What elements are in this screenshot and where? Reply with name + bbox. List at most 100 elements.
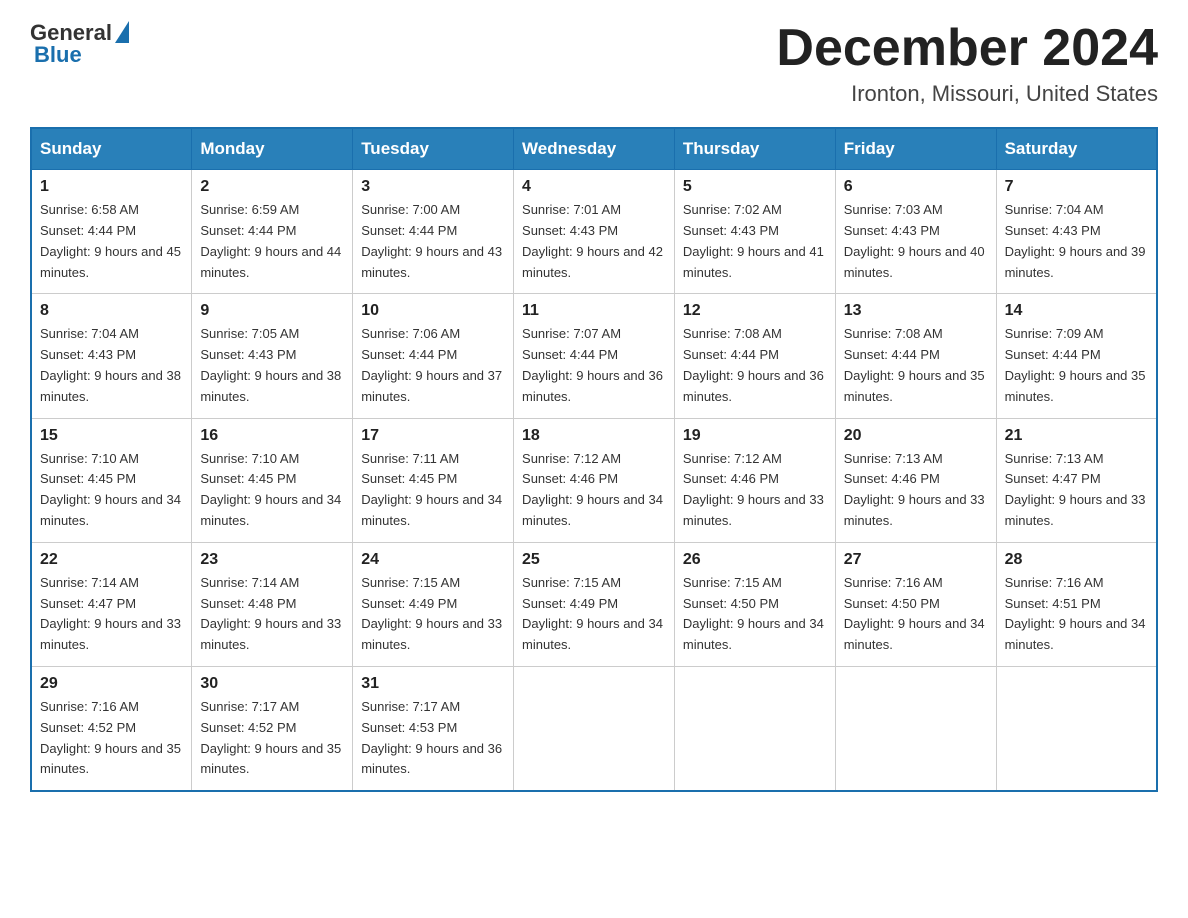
day-number: 19 — [683, 427, 827, 445]
day-number: 31 — [361, 675, 505, 693]
day-info: Sunrise: 7:04 AMSunset: 4:43 PMDaylight:… — [1005, 202, 1146, 279]
day-info: Sunrise: 7:11 AMSunset: 4:45 PMDaylight:… — [361, 451, 502, 528]
calendar-cell: 2 Sunrise: 6:59 AMSunset: 4:44 PMDayligh… — [192, 170, 353, 294]
day-number: 30 — [200, 675, 344, 693]
day-info: Sunrise: 7:08 AMSunset: 4:44 PMDaylight:… — [683, 326, 824, 403]
day-number: 26 — [683, 551, 827, 569]
calendar-cell: 11 Sunrise: 7:07 AMSunset: 4:44 PMDaylig… — [514, 294, 675, 418]
calendar-cell: 22 Sunrise: 7:14 AMSunset: 4:47 PMDaylig… — [31, 542, 192, 666]
calendar-cell: 20 Sunrise: 7:13 AMSunset: 4:46 PMDaylig… — [835, 418, 996, 542]
day-number: 16 — [200, 427, 344, 445]
calendar-cell: 21 Sunrise: 7:13 AMSunset: 4:47 PMDaylig… — [996, 418, 1157, 542]
calendar-cell: 25 Sunrise: 7:15 AMSunset: 4:49 PMDaylig… — [514, 542, 675, 666]
day-info: Sunrise: 7:17 AMSunset: 4:53 PMDaylight:… — [361, 699, 502, 776]
day-info: Sunrise: 7:04 AMSunset: 4:43 PMDaylight:… — [40, 326, 181, 403]
calendar-cell: 7 Sunrise: 7:04 AMSunset: 4:43 PMDayligh… — [996, 170, 1157, 294]
day-number: 24 — [361, 551, 505, 569]
calendar-cell: 19 Sunrise: 7:12 AMSunset: 4:46 PMDaylig… — [674, 418, 835, 542]
calendar-week-2: 8 Sunrise: 7:04 AMSunset: 4:43 PMDayligh… — [31, 294, 1157, 418]
day-number: 7 — [1005, 178, 1148, 196]
calendar-cell: 26 Sunrise: 7:15 AMSunset: 4:50 PMDaylig… — [674, 542, 835, 666]
calendar-cell: 23 Sunrise: 7:14 AMSunset: 4:48 PMDaylig… — [192, 542, 353, 666]
day-info: Sunrise: 7:12 AMSunset: 4:46 PMDaylight:… — [522, 451, 663, 528]
weekday-header-thursday: Thursday — [674, 128, 835, 170]
day-info: Sunrise: 7:05 AMSunset: 4:43 PMDaylight:… — [200, 326, 341, 403]
calendar-week-5: 29 Sunrise: 7:16 AMSunset: 4:52 PMDaylig… — [31, 666, 1157, 791]
calendar-cell: 5 Sunrise: 7:02 AMSunset: 4:43 PMDayligh… — [674, 170, 835, 294]
calendar-cell: 17 Sunrise: 7:11 AMSunset: 4:45 PMDaylig… — [353, 418, 514, 542]
logo: General Blue — [30, 20, 129, 68]
day-number: 13 — [844, 302, 988, 320]
day-number: 10 — [361, 302, 505, 320]
day-info: Sunrise: 7:15 AMSunset: 4:49 PMDaylight:… — [522, 575, 663, 652]
calendar-cell: 1 Sunrise: 6:58 AMSunset: 4:44 PMDayligh… — [31, 170, 192, 294]
calendar-cell: 4 Sunrise: 7:01 AMSunset: 4:43 PMDayligh… — [514, 170, 675, 294]
day-info: Sunrise: 7:06 AMSunset: 4:44 PMDaylight:… — [361, 326, 502, 403]
weekday-header-row: SundayMondayTuesdayWednesdayThursdayFrid… — [31, 128, 1157, 170]
calendar-week-1: 1 Sunrise: 6:58 AMSunset: 4:44 PMDayligh… — [31, 170, 1157, 294]
day-info: Sunrise: 7:16 AMSunset: 4:52 PMDaylight:… — [40, 699, 181, 776]
page-header: General Blue December 2024 Ironton, Miss… — [30, 20, 1158, 107]
day-number: 9 — [200, 302, 344, 320]
day-info: Sunrise: 7:15 AMSunset: 4:50 PMDaylight:… — [683, 575, 824, 652]
calendar-cell: 10 Sunrise: 7:06 AMSunset: 4:44 PMDaylig… — [353, 294, 514, 418]
day-info: Sunrise: 7:14 AMSunset: 4:47 PMDaylight:… — [40, 575, 181, 652]
day-number: 3 — [361, 178, 505, 196]
day-info: Sunrise: 7:17 AMSunset: 4:52 PMDaylight:… — [200, 699, 341, 776]
day-number: 27 — [844, 551, 988, 569]
day-number: 14 — [1005, 302, 1148, 320]
day-info: Sunrise: 7:16 AMSunset: 4:51 PMDaylight:… — [1005, 575, 1146, 652]
title-section: December 2024 Ironton, Missouri, United … — [776, 20, 1158, 107]
day-info: Sunrise: 7:14 AMSunset: 4:48 PMDaylight:… — [200, 575, 341, 652]
day-info: Sunrise: 7:10 AMSunset: 4:45 PMDaylight:… — [200, 451, 341, 528]
day-info: Sunrise: 7:13 AMSunset: 4:47 PMDaylight:… — [1005, 451, 1146, 528]
day-info: Sunrise: 7:15 AMSunset: 4:49 PMDaylight:… — [361, 575, 502, 652]
day-info: Sunrise: 7:13 AMSunset: 4:46 PMDaylight:… — [844, 451, 985, 528]
weekday-header-monday: Monday — [192, 128, 353, 170]
day-info: Sunrise: 7:09 AMSunset: 4:44 PMDaylight:… — [1005, 326, 1146, 403]
day-number: 11 — [522, 302, 666, 320]
day-info: Sunrise: 7:03 AMSunset: 4:43 PMDaylight:… — [844, 202, 985, 279]
calendar-cell — [996, 666, 1157, 791]
weekday-header-friday: Friday — [835, 128, 996, 170]
calendar-cell: 18 Sunrise: 7:12 AMSunset: 4:46 PMDaylig… — [514, 418, 675, 542]
calendar-cell: 9 Sunrise: 7:05 AMSunset: 4:43 PMDayligh… — [192, 294, 353, 418]
calendar-cell: 14 Sunrise: 7:09 AMSunset: 4:44 PMDaylig… — [996, 294, 1157, 418]
day-info: Sunrise: 7:10 AMSunset: 4:45 PMDaylight:… — [40, 451, 181, 528]
day-number: 1 — [40, 178, 183, 196]
day-number: 21 — [1005, 427, 1148, 445]
day-info: Sunrise: 7:07 AMSunset: 4:44 PMDaylight:… — [522, 326, 663, 403]
month-year-title: December 2024 — [776, 20, 1158, 77]
weekday-header-saturday: Saturday — [996, 128, 1157, 170]
calendar-cell: 12 Sunrise: 7:08 AMSunset: 4:44 PMDaylig… — [674, 294, 835, 418]
calendar-cell — [674, 666, 835, 791]
day-number: 15 — [40, 427, 183, 445]
calendar-cell: 31 Sunrise: 7:17 AMSunset: 4:53 PMDaylig… — [353, 666, 514, 791]
logo-triangle-icon — [115, 21, 129, 43]
day-info: Sunrise: 7:00 AMSunset: 4:44 PMDaylight:… — [361, 202, 502, 279]
day-number: 28 — [1005, 551, 1148, 569]
weekday-header-wednesday: Wednesday — [514, 128, 675, 170]
day-number: 12 — [683, 302, 827, 320]
logo-blue-text: Blue — [34, 42, 82, 68]
day-info: Sunrise: 7:12 AMSunset: 4:46 PMDaylight:… — [683, 451, 824, 528]
calendar-cell: 28 Sunrise: 7:16 AMSunset: 4:51 PMDaylig… — [996, 542, 1157, 666]
calendar-cell: 8 Sunrise: 7:04 AMSunset: 4:43 PMDayligh… — [31, 294, 192, 418]
calendar-cell — [514, 666, 675, 791]
day-number: 2 — [200, 178, 344, 196]
day-number: 17 — [361, 427, 505, 445]
day-info: Sunrise: 7:16 AMSunset: 4:50 PMDaylight:… — [844, 575, 985, 652]
day-number: 25 — [522, 551, 666, 569]
calendar-cell: 16 Sunrise: 7:10 AMSunset: 4:45 PMDaylig… — [192, 418, 353, 542]
calendar-week-4: 22 Sunrise: 7:14 AMSunset: 4:47 PMDaylig… — [31, 542, 1157, 666]
day-info: Sunrise: 7:08 AMSunset: 4:44 PMDaylight:… — [844, 326, 985, 403]
day-number: 4 — [522, 178, 666, 196]
calendar-cell: 15 Sunrise: 7:10 AMSunset: 4:45 PMDaylig… — [31, 418, 192, 542]
day-info: Sunrise: 6:59 AMSunset: 4:44 PMDaylight:… — [200, 202, 341, 279]
day-number: 6 — [844, 178, 988, 196]
calendar-week-3: 15 Sunrise: 7:10 AMSunset: 4:45 PMDaylig… — [31, 418, 1157, 542]
calendar-cell: 3 Sunrise: 7:00 AMSunset: 4:44 PMDayligh… — [353, 170, 514, 294]
weekday-header-tuesday: Tuesday — [353, 128, 514, 170]
calendar-cell: 29 Sunrise: 7:16 AMSunset: 4:52 PMDaylig… — [31, 666, 192, 791]
day-number: 23 — [200, 551, 344, 569]
